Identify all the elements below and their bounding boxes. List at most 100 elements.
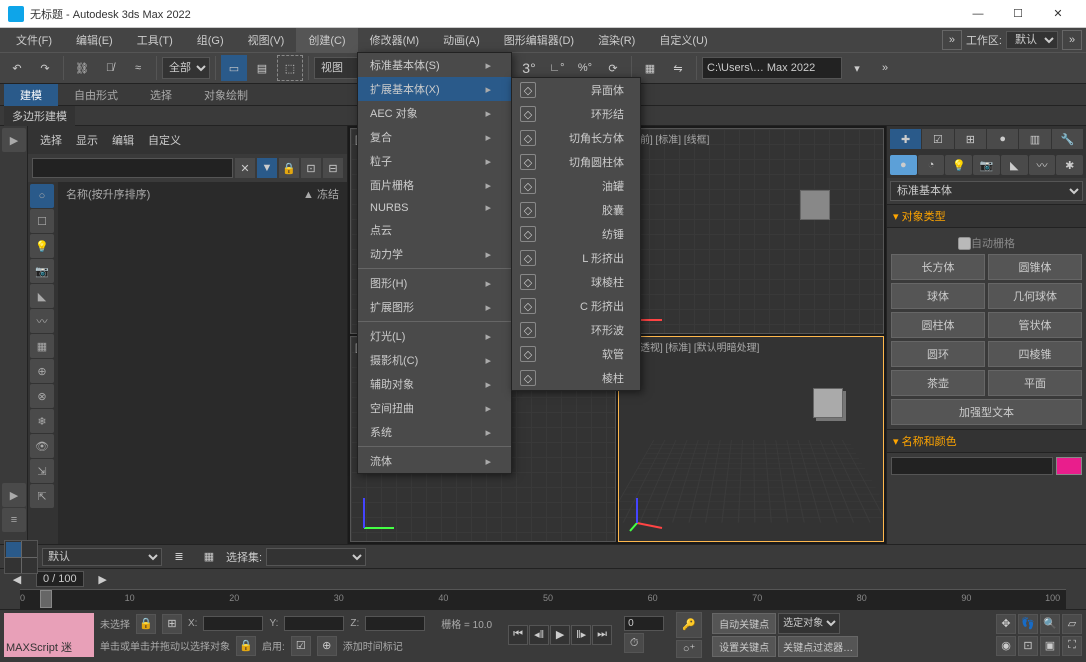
scene-col-name[interactable]: 名称(按升序排序) [66, 186, 150, 202]
ext-prim-item-10[interactable]: ◇环形波 [512, 318, 640, 342]
cat-spacewarps-icon[interactable]: 〰 [1029, 155, 1056, 175]
filter-collapse-icon[interactable]: ⇱ [30, 484, 54, 508]
create-menu-item-4[interactable]: 粒子▸ [358, 149, 511, 173]
create-menu-item-19[interactable]: 流体▸ [358, 449, 511, 473]
scene-head-select[interactable]: 选择 [36, 130, 66, 150]
create-menu-item-3[interactable]: 复合▸ [358, 125, 511, 149]
scene-head-display[interactable]: 显示 [72, 130, 102, 150]
menu-file[interactable]: 文件(F) [4, 28, 64, 52]
btn-tube[interactable]: 管状体 [988, 312, 1082, 338]
ext-prim-item-11[interactable]: ◇软管 [512, 342, 640, 366]
menu-animation[interactable]: 动画(A) [431, 28, 492, 52]
coord-z-input[interactable] [365, 616, 425, 631]
create-menu-item-13[interactable]: 灯光(L)▸ [358, 324, 511, 348]
btn-box[interactable]: 长方体 [891, 254, 985, 280]
menu-edit[interactable]: 编辑(E) [64, 28, 125, 52]
workspace-opts[interactable]: » [1062, 30, 1082, 50]
menu-views[interactable]: 视图(V) [236, 28, 297, 52]
scene-search-input[interactable] [32, 158, 233, 178]
add-tag-icon[interactable]: ⊕ [317, 636, 337, 656]
menu-modifiers[interactable]: 修改器(M) [358, 28, 432, 52]
filter-helpers-icon[interactable]: ◣ [30, 284, 54, 308]
key-filters-button[interactable]: 关键点过滤器… [778, 636, 858, 657]
nav-max-toggle-icon[interactable]: ⛶ [1062, 636, 1082, 656]
nav-walk-icon[interactable]: 👣 [1018, 614, 1038, 634]
scene-view-1[interactable]: ⊡ [301, 158, 321, 178]
key-target-select[interactable]: 选定对象 [778, 613, 840, 634]
filter-xref-icon[interactable]: ⊕ [30, 359, 54, 383]
ribbon-tab-object-paint[interactable]: 对象绘制 [188, 84, 264, 106]
auto-key-button[interactable]: 自动关键点 [712, 613, 776, 634]
select-name-button[interactable]: ▤ [249, 55, 275, 81]
coord-y-input[interactable] [284, 616, 344, 631]
bind-button[interactable]: ≈ [125, 55, 151, 81]
goto-start-button[interactable]: ⏮ [508, 625, 528, 645]
path-field[interactable] [702, 57, 842, 79]
ext-prim-item-3[interactable]: ◇切角圆柱体 [512, 150, 640, 174]
path-dropdown[interactable]: ▾ [844, 55, 870, 81]
next-frame-button[interactable]: ‖▸ [571, 625, 591, 645]
filter-hidden-icon[interactable]: 👁 [30, 434, 54, 458]
create-menu-item-5[interactable]: 面片栅格▸ [358, 173, 511, 197]
frame-indicator[interactable]: 0 / 100 [36, 571, 84, 587]
viewport-layout-button[interactable] [4, 540, 38, 574]
menu-tools[interactable]: 工具(T) [125, 28, 185, 52]
undo-button[interactable]: ↶ [4, 55, 30, 81]
menu-group[interactable]: 组(G) [185, 28, 236, 52]
rollout-object-type[interactable]: ▾ 对象类型 [887, 204, 1086, 228]
cat-lights-icon[interactable]: 💡 [945, 155, 972, 175]
btn-cylinder[interactable]: 圆柱体 [891, 312, 985, 338]
scene-head-customize[interactable]: 自定义 [144, 130, 185, 150]
set-key-mode-button[interactable]: 设置关键点 [712, 636, 776, 657]
ext-prim-item-4[interactable]: ◇油罐 [512, 174, 640, 198]
current-frame-input[interactable] [624, 616, 664, 631]
ext-prim-item-7[interactable]: ◇L 形挤出 [512, 246, 640, 270]
goto-end-button[interactable]: ⏭ [592, 625, 612, 645]
selection-filter[interactable]: 全部 [162, 57, 210, 79]
cat-shapes-icon[interactable]: ◔ [918, 155, 945, 175]
filter-bone-icon[interactable]: ⊗ [30, 384, 54, 408]
scene-filter-icon[interactable]: ▼ [257, 158, 277, 178]
object-color-swatch[interactable] [1056, 457, 1082, 475]
menu-create[interactable]: 创建(C) [296, 28, 357, 52]
unlink-button[interactable]: ⛓̸ [97, 55, 123, 81]
scene-search-clear[interactable]: ✕ [235, 158, 255, 178]
abs-transform-icon[interactable]: ⊞ [162, 614, 182, 634]
ext-prim-item-2[interactable]: ◇切角长方体 [512, 126, 640, 150]
mirror-button[interactable]: ⇋ [665, 55, 691, 81]
ext-prim-item-12[interactable]: ◇棱柱 [512, 366, 640, 390]
menu-graph-editors[interactable]: 图形编辑器(D) [492, 28, 586, 52]
btn-textplus[interactable]: 加强型文本 [891, 399, 1082, 425]
menu-rendering[interactable]: 渲染(R) [586, 28, 647, 52]
filter-cameras-icon[interactable]: 📷 [30, 259, 54, 283]
nav-pan-icon[interactable]: ✥ [996, 614, 1016, 634]
create-menu-item-16[interactable]: 空间扭曲▸ [358, 396, 511, 420]
enable-script-icon[interactable]: ☑ [291, 636, 311, 656]
create-menu-item-10[interactable]: 图形(H)▸ [358, 271, 511, 295]
scene-col-freeze[interactable]: ▲ 冻结 [303, 186, 339, 202]
ext-prim-item-9[interactable]: ◇C 形挤出 [512, 294, 640, 318]
maximize-button[interactable]: ☐ [998, 0, 1038, 28]
close-button[interactable]: ✕ [1038, 0, 1078, 28]
btn-cone[interactable]: 圆锥体 [988, 254, 1082, 280]
left-icon-1[interactable]: ▶ [2, 128, 26, 152]
left-icon-3[interactable]: ≡ [2, 508, 26, 532]
filter-groups-icon[interactable]: ▦ [30, 334, 54, 358]
ext-prim-item-1[interactable]: ◇环形结 [512, 102, 640, 126]
create-menu-item-2[interactable]: AEC 对象▸ [358, 101, 511, 125]
ribbon-tab-modeling[interactable]: 建模 [4, 84, 58, 106]
filter-spacewarps-icon[interactable]: 〰 [30, 309, 54, 333]
create-menu-item-15[interactable]: 辅助对象▸ [358, 372, 511, 396]
select-region-button[interactable]: ⬚ [277, 55, 303, 81]
create-subcategory-select[interactable]: 标准基本体 [890, 181, 1083, 201]
ribbon-tab-freeform[interactable]: 自由形式 [58, 84, 134, 106]
rollout-name-color[interactable]: ▾ 名称和颜色 [887, 429, 1086, 453]
coord-x-input[interactable] [203, 616, 263, 631]
ext-prim-item-5[interactable]: ◇胶囊 [512, 198, 640, 222]
scene-explorer-select[interactable]: 默认 [42, 548, 162, 566]
cat-helpers-icon[interactable]: ◣ [1001, 155, 1028, 175]
tab-utilities[interactable]: 🔧 [1052, 129, 1083, 149]
vp-persp-label[interactable]: [+] [透视] [标准] [默认明暗处理] [623, 339, 759, 354]
filter-frozen-icon[interactable]: ❄ [30, 409, 54, 433]
btn-geosphere[interactable]: 几何球体 [988, 283, 1082, 309]
